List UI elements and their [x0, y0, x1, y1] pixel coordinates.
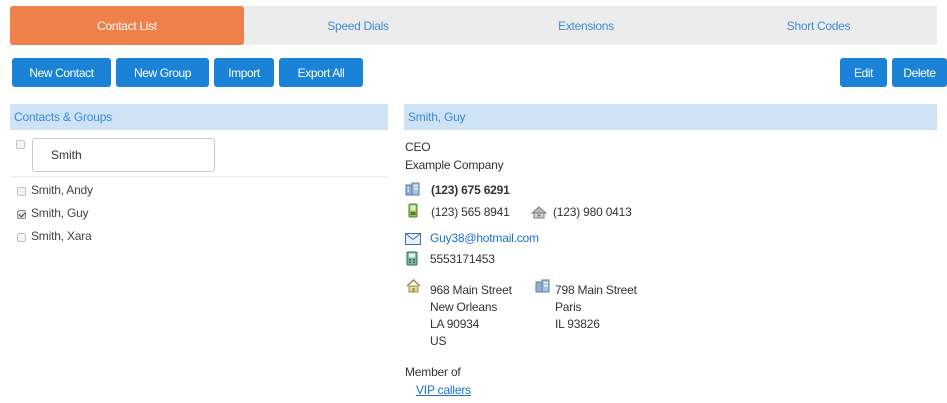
email-link[interactable]: Guy38@hotmail.com	[430, 231, 539, 245]
work-address-icon	[535, 279, 550, 296]
other-phone: 5553171453	[430, 252, 495, 266]
home-phone-icon	[530, 206, 548, 222]
contact-item-andy[interactable]: Smith, Andy	[31, 183, 93, 197]
home-address-icon	[406, 278, 421, 296]
office-building-icon	[405, 182, 420, 199]
group-link-vip-callers[interactable]: VIP callers	[416, 383, 471, 397]
home-address-country: US	[430, 334, 447, 348]
new-group-button[interactable]: New Group	[116, 58, 209, 87]
home-address-region: LA 90934	[430, 317, 480, 331]
job-title: CEO	[405, 140, 431, 154]
contact-checkbox-xara[interactable]	[17, 233, 26, 242]
home-address-street: 968 Main Street	[430, 283, 512, 297]
tab-contact-list[interactable]: Contact List	[10, 6, 244, 45]
tab-speed-dials[interactable]: Speed Dials	[244, 6, 472, 45]
contact-detail-header: Smith, Guy	[404, 104, 937, 130]
mobile-phone: (123) 565 8941	[431, 205, 510, 219]
contact-item-guy[interactable]: Smith, Guy	[31, 206, 89, 220]
search-input[interactable]	[32, 138, 215, 172]
tab-bar: Contact List Speed Dials Extensions Shor…	[10, 6, 937, 45]
export-all-button[interactable]: Export All	[279, 58, 363, 87]
tab-extensions[interactable]: Extensions	[472, 6, 700, 45]
contact-checkbox-guy[interactable]	[17, 210, 26, 219]
tab-short-codes[interactable]: Short Codes	[700, 6, 937, 45]
work-phone: (123) 675 6291	[431, 183, 510, 197]
select-all-checkbox[interactable]	[16, 140, 25, 149]
delete-button[interactable]: Delete	[892, 58, 947, 87]
member-of-label: Member of	[405, 365, 461, 379]
import-button[interactable]: Import	[214, 58, 274, 87]
new-contact-button[interactable]: New Contact	[12, 58, 111, 87]
work-address-city: Paris	[555, 300, 582, 314]
phone-device-icon	[406, 251, 418, 269]
work-address-region: IL 93826	[555, 317, 600, 331]
home-address-city: New Orleans	[430, 300, 498, 314]
home-phone: (123) 980 0413	[553, 205, 632, 219]
list-divider	[10, 176, 388, 177]
edit-button[interactable]: Edit	[840, 58, 887, 87]
company-name: Example Company	[405, 158, 504, 172]
contacts-groups-header: Contacts & Groups	[10, 104, 388, 130]
contact-checkbox-andy[interactable]	[17, 187, 26, 196]
work-address-street: 798 Main Street	[555, 283, 637, 297]
email-icon	[405, 233, 421, 248]
mobile-phone-icon	[408, 203, 418, 221]
contact-item-xara[interactable]: Smith, Xara	[31, 229, 92, 243]
